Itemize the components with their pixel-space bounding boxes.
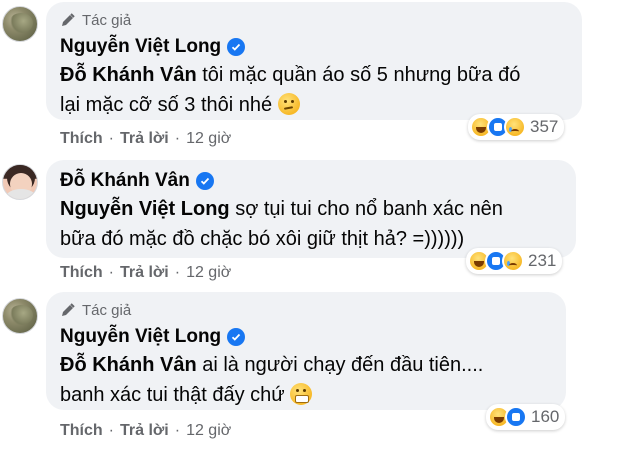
separator: ·	[174, 422, 181, 439]
comment-text: Nguyễn Việt Long sợ tụi tui cho nổ banh …	[60, 194, 562, 254]
separator: ·	[108, 422, 114, 439]
avatar[interactable]	[2, 164, 38, 200]
reaction-count: 357	[530, 117, 559, 136]
comment-text-line1: sợ tụi tui cho nổ banh xác nên	[229, 198, 503, 220]
author-badge-label: Tác giả	[82, 301, 132, 319]
avatar[interactable]	[2, 298, 38, 334]
mention-link[interactable]: Nguyễn Việt Long	[60, 198, 230, 220]
separator: ·	[108, 264, 114, 281]
comment-text-line2: banh xác tui thật đấy chứ	[60, 384, 291, 406]
comment-text-line2: lại mặc cỡ số 3 thôi nhé	[60, 94, 278, 116]
sad-reaction-icon	[502, 250, 524, 272]
comment-actions: Thích · Trả lời · 12 giờ	[60, 128, 231, 150]
comment-actions: Thích · Trả lời · 12 giờ	[60, 420, 231, 442]
like-reaction-icon	[505, 406, 527, 428]
reaction-count: 160	[531, 407, 560, 426]
timestamp[interactable]: 12 giờ	[186, 422, 231, 440]
smirk-icon	[277, 93, 300, 115]
reaction-summary[interactable]: 231	[466, 248, 563, 274]
like-button[interactable]: Thích	[60, 422, 103, 440]
pen-icon	[62, 303, 75, 316]
like-button[interactable]: Thích	[60, 130, 103, 148]
timestamp[interactable]: 12 giờ	[186, 130, 231, 148]
author-name[interactable]: Nguyễn Việt Long	[60, 36, 221, 58]
comment-text-line2: bữa đó mặc đồ chặc bó xôi giữ thịt hả? =…	[60, 228, 465, 250]
comment-bubble: Tác giả Nguyễn Việt Long Đỗ Khánh Vân ai…	[46, 292, 566, 410]
pen-icon	[62, 13, 75, 26]
verified-icon	[195, 172, 214, 190]
like-button[interactable]: Thích	[60, 264, 103, 282]
sad-reaction-icon	[504, 116, 526, 138]
reaction-summary[interactable]: 160	[486, 404, 566, 430]
separator: ·	[174, 130, 181, 147]
grimace-icon	[290, 383, 313, 405]
comment-text: Đỗ Khánh Vân tôi mặc quần áo số 5 nhưng …	[60, 60, 568, 120]
reaction-count: 231	[528, 251, 557, 270]
author-name[interactable]: Nguyễn Việt Long	[60, 326, 221, 348]
verified-icon	[227, 38, 246, 56]
comment-actions: Thích · Trả lời · 12 giờ	[60, 262, 231, 284]
comment-bubble: Tác giả Nguyễn Việt Long Đỗ Khánh Vân tô…	[46, 2, 582, 120]
author-badge-label: Tác giả	[82, 11, 132, 29]
timestamp[interactable]: 12 giờ	[186, 264, 231, 282]
author-badge: Tác giả	[60, 10, 568, 30]
separator: ·	[174, 264, 181, 281]
separator: ·	[108, 130, 114, 147]
comment-text-line1: tôi mặc quần áo số 5 nhưng bữa đó	[196, 64, 521, 86]
author-badge: Tác giả	[60, 300, 552, 320]
mention-link[interactable]: Đỗ Khánh Vân	[60, 354, 197, 376]
author-name[interactable]: Đỗ Khánh Vân	[60, 170, 190, 192]
avatar[interactable]	[2, 6, 38, 42]
comment-text: Đỗ Khánh Vân ai là người chạy đến đầu ti…	[60, 350, 552, 410]
reply-button[interactable]: Trả lời	[120, 264, 169, 282]
reaction-summary[interactable]: 357	[468, 114, 565, 140]
reply-button[interactable]: Trả lời	[120, 130, 169, 148]
comment-bubble: Đỗ Khánh Vân Nguyễn Việt Long sợ tụi tui…	[46, 160, 576, 258]
reply-button[interactable]: Trả lời	[120, 422, 169, 440]
verified-icon	[227, 328, 246, 346]
comment-text-line1: ai là người chạy đến đầu tiên....	[196, 354, 484, 376]
mention-link[interactable]: Đỗ Khánh Vân	[60, 64, 197, 86]
